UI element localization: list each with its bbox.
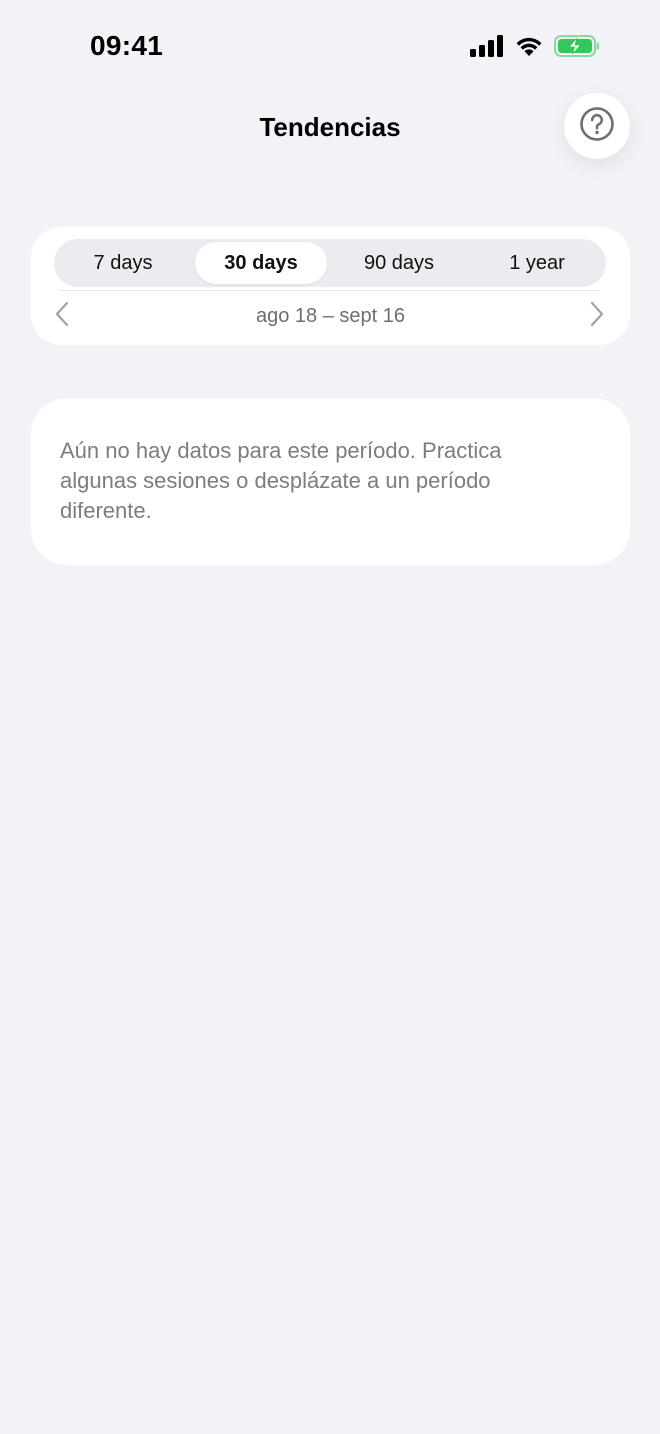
chevron-left-icon [54,301,70,332]
page-title: Tendencias [259,112,401,142]
divider [60,290,600,291]
empty-state-message: Aún no hay datos para este período. Prac… [60,438,502,523]
status-icons [470,35,600,57]
question-mark-circle-icon [579,106,615,147]
cellular-signal-icon [470,35,504,57]
segment-30-days[interactable]: 30 days [195,242,327,284]
wifi-icon [514,35,544,57]
battery-charging-icon [554,35,600,57]
date-range-label: ago 18 – sept 16 [255,305,405,327]
help-button[interactable] [564,93,630,159]
segment-7-days[interactable]: 7 days [57,242,189,284]
next-period-button[interactable] [582,301,612,331]
period-selector-card: 7 days 30 days 90 days 1 year ago 18 – s… [31,227,630,345]
segment-90-days[interactable]: 90 days [333,242,465,284]
segment-1-year[interactable]: 1 year [471,242,603,284]
status-time: 09:41 [90,30,164,61]
previous-period-button[interactable] [47,301,77,331]
period-segmented-control: 7 days 30 days 90 days 1 year [54,239,606,287]
status-bar: 09:41 [0,0,660,96]
empty-state-card: Aún no hay datos para este período. Prac… [31,398,630,565]
chevron-right-icon [589,301,605,332]
